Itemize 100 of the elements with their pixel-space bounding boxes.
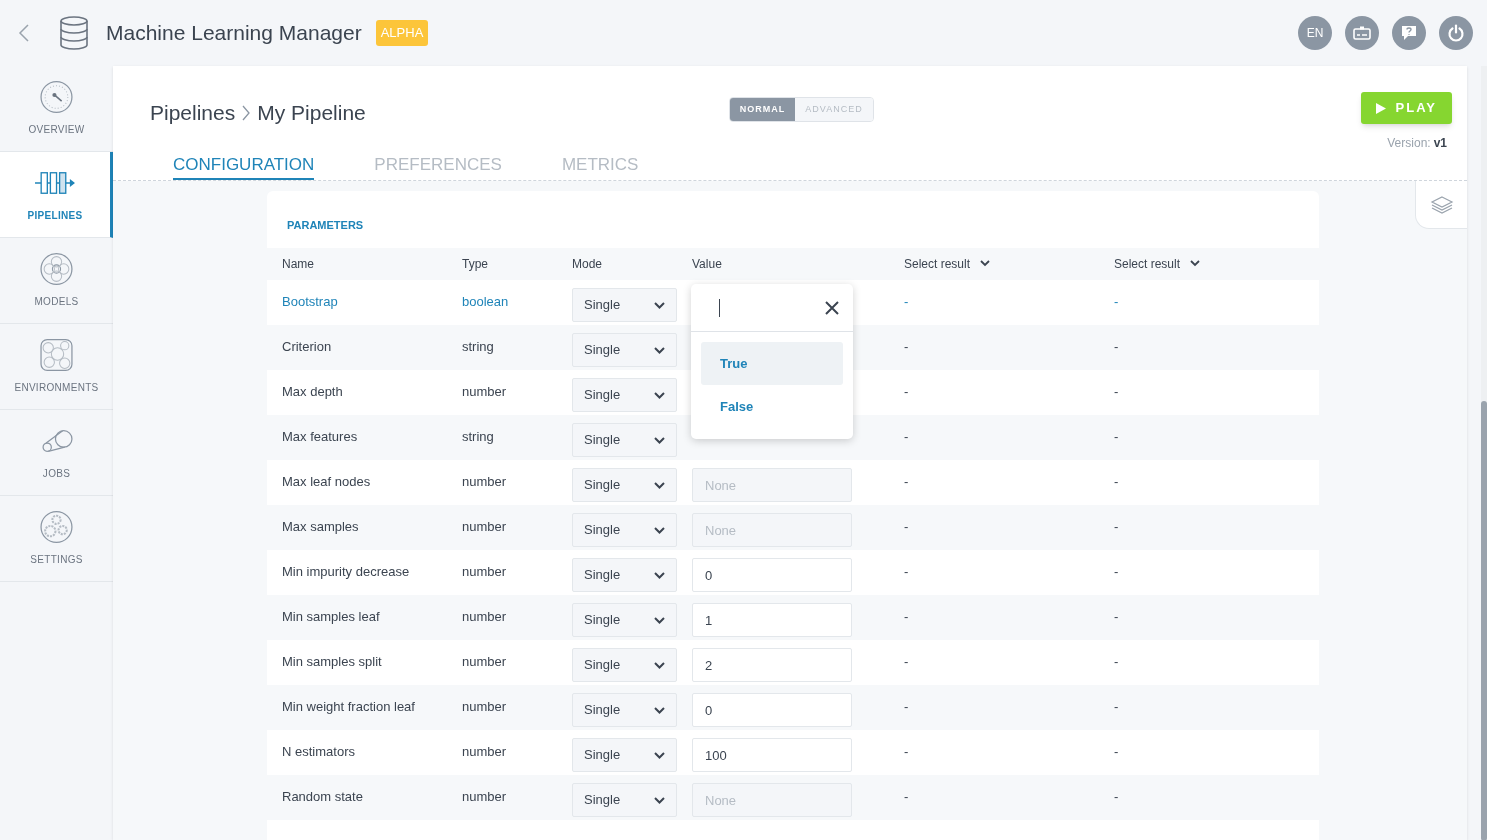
mode-select[interactable]: Single <box>572 783 677 817</box>
table-cell-text: N estimators <box>282 743 355 762</box>
value-field[interactable]: 0 <box>692 558 852 592</box>
id-card-icon <box>1353 26 1371 40</box>
chevron-down-icon <box>654 751 665 759</box>
power-icon <box>1447 24 1465 42</box>
breadcrumb-link[interactable]: Pipelines <box>150 97 236 129</box>
table-cell-text: Min impurity decrease <box>282 563 410 582</box>
question-bubble-icon <box>1401 25 1417 41</box>
table-cell-text: - <box>1114 338 1119 357</box>
table-cell-text: - <box>1114 743 1119 762</box>
column-header: Name <box>282 255 314 273</box>
chevron-down-icon[interactable] <box>980 260 991 267</box>
table-cell-text: Random state <box>282 788 363 807</box>
table-cell-text: - <box>904 608 909 627</box>
power-button[interactable] <box>1439 16 1473 50</box>
table-cell-text: boolean <box>462 293 509 312</box>
table-cell-text: Min weight fraction leaf <box>282 698 415 717</box>
help-button[interactable] <box>1392 16 1426 50</box>
mode-select[interactable]: Single <box>572 603 677 637</box>
table-cell-text: number <box>462 698 507 717</box>
mode-select[interactable]: Single <box>572 513 677 547</box>
table-cell-text: number <box>462 653 507 672</box>
table-cell-text: - <box>904 518 909 537</box>
layers-icon[interactable] <box>1429 194 1454 215</box>
chevron-down-icon <box>654 796 665 804</box>
alpha-badge: ALPHA <box>375 20 429 46</box>
table-cell-text: Max samples <box>282 518 359 537</box>
table-cell-text: number <box>462 383 507 402</box>
mode-select[interactable]: Single <box>572 378 677 412</box>
table-cell-text: number <box>462 743 507 762</box>
table-cell-text: number <box>462 608 507 627</box>
table-cell[interactable]: Bootstrap <box>282 292 338 312</box>
chevron-down-icon[interactable] <box>1190 260 1201 267</box>
back-icon[interactable] <box>18 24 30 42</box>
column-header: Select result <box>1114 255 1181 273</box>
gauge-icon <box>39 80 74 114</box>
flower-icon <box>39 252 74 286</box>
dropdown-option[interactable]: True <box>701 342 843 385</box>
table-cell-text: - <box>904 743 909 762</box>
mode-select[interactable]: Single <box>572 333 677 367</box>
column-header: Type <box>462 255 488 273</box>
close-icon[interactable] <box>825 300 839 315</box>
column-header: Value <box>692 255 722 273</box>
mode-select[interactable]: Single <box>572 423 677 457</box>
table-cell-text: Min samples split <box>282 653 382 672</box>
chevron-down-icon <box>654 346 665 354</box>
app-title: Machine Learning Manager <box>106 20 362 47</box>
table-cell-text: - <box>904 473 909 492</box>
table-cell-text: - <box>1114 788 1119 807</box>
chevron-down-icon <box>654 481 665 489</box>
mode-select[interactable]: Single <box>572 648 677 682</box>
table-cell-text: - <box>904 698 909 717</box>
value-field[interactable]: 2 <box>692 648 852 682</box>
table-cell-text: Criterion <box>282 338 332 357</box>
table-cell-text: number <box>462 563 507 582</box>
table-cell-text: number <box>462 518 507 537</box>
table-cell-text: - <box>904 653 909 672</box>
version-value: v1 <box>1433 135 1447 152</box>
chevron-down-icon <box>654 391 665 399</box>
value-field[interactable]: None <box>692 783 852 817</box>
play-icon <box>1375 102 1386 114</box>
chevron-down-icon <box>654 301 665 309</box>
database-icon <box>58 16 90 50</box>
mode-select[interactable]: Single <box>572 693 677 727</box>
id-card-button[interactable] <box>1345 16 1379 50</box>
table-cell-text: - <box>904 788 909 807</box>
table-cell-text: - <box>904 563 909 582</box>
value-field[interactable]: 100 <box>692 738 852 772</box>
value-field[interactable]: None <box>692 513 852 547</box>
table-cell-text: - <box>1114 428 1119 447</box>
table-cell-text: - <box>1114 473 1119 492</box>
version-label: Version: <box>1387 135 1431 152</box>
table-cell-text: Max leaf nodes <box>282 473 371 492</box>
table-cell-text: string <box>462 428 494 447</box>
mode-select[interactable]: Single <box>572 288 677 322</box>
mode-select[interactable]: Single <box>572 738 677 772</box>
value-field[interactable]: 0 <box>692 693 852 727</box>
breadcrumb-current: My Pipeline <box>257 100 366 126</box>
mode-select[interactable]: Single <box>572 468 677 502</box>
chevron-down-icon <box>654 526 665 534</box>
table-cell-text: number <box>462 473 507 492</box>
chevron-down-icon <box>654 436 665 444</box>
bubbles-icon <box>39 338 74 372</box>
table-cell-text: - <box>904 293 909 312</box>
mode-select[interactable]: Single <box>572 558 677 592</box>
section-title: PARAMETERS <box>287 218 365 233</box>
sidebar-item[interactable]: PIPELINES <box>0 152 113 238</box>
table-cell-text: number <box>462 788 507 807</box>
scrollbar-thumb[interactable] <box>1481 401 1487 840</box>
value-field[interactable]: None <box>692 468 852 502</box>
column-header: Mode <box>572 255 603 273</box>
chevron-down-icon <box>654 616 665 624</box>
table-cell-text: - <box>1114 293 1119 312</box>
table-cell-text: - <box>1114 698 1119 717</box>
table-cell-text: Max features <box>282 428 358 447</box>
table-cell-text: - <box>904 338 909 357</box>
column-header: Select result <box>904 255 971 273</box>
table-cell-text: Max depth <box>282 383 343 402</box>
value-field[interactable]: 1 <box>692 603 852 637</box>
